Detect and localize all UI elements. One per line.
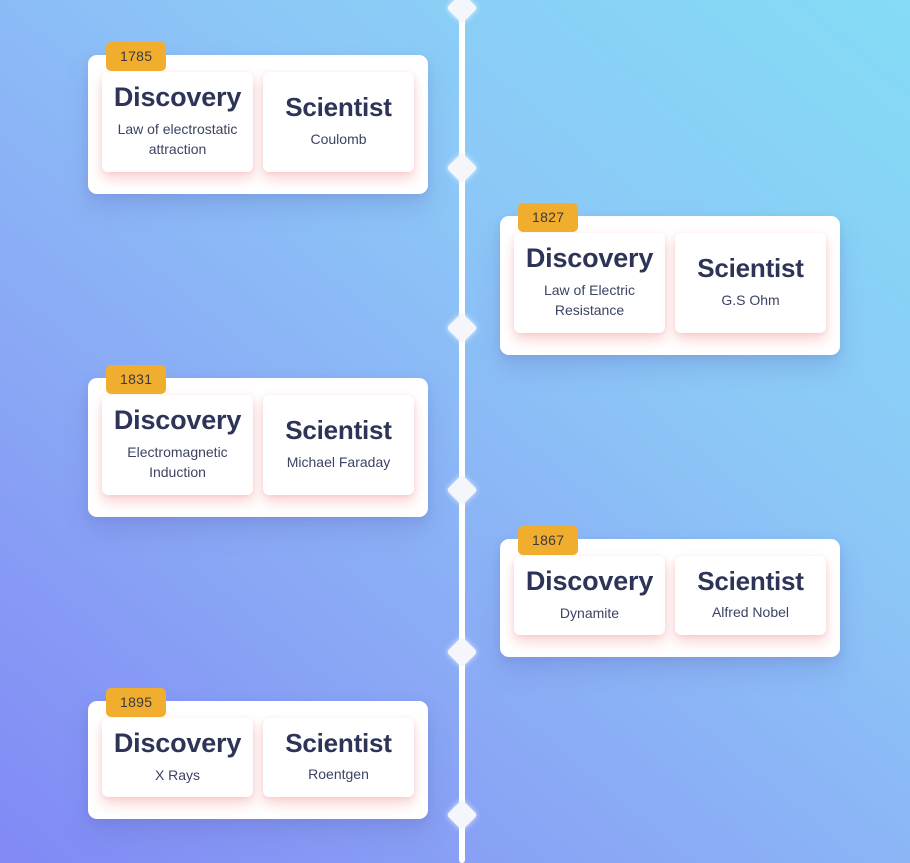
discovery-title: Discovery — [113, 82, 242, 112]
scientist-value: Roentgen — [308, 766, 369, 783]
timeline-marker-diamond — [446, 799, 478, 831]
scientist-title: Scientist — [697, 252, 804, 283]
discovery-panel[interactable]: Discovery X Rays — [102, 718, 253, 798]
discovery-panel[interactable]: Discovery Electromagnetic Induction — [102, 395, 253, 495]
scientist-title: Scientist — [285, 414, 392, 445]
discovery-panel[interactable]: Discovery Law of Electric Resistance — [514, 233, 665, 333]
discovery-value: Law of electrostatic attraction — [117, 121, 238, 158]
discovery-value: Electromagnetic Induction — [127, 444, 228, 481]
discovery-value: Law of Electric Resistance — [543, 282, 636, 319]
scientist-title: Scientist — [697, 565, 804, 596]
scientist-panel[interactable]: Scientist Coulomb — [263, 72, 414, 172]
timeline-marker-diamond — [446, 474, 478, 506]
scientist-panel[interactable]: Scientist Roentgen — [263, 718, 414, 798]
scientist-value: Michael Faraday — [286, 453, 391, 470]
scientist-title: Scientist — [285, 727, 392, 758]
event-year-badge: 1895 — [106, 688, 167, 717]
discovery-title: Discovery — [525, 243, 654, 273]
event-year-badge: 1827 — [518, 203, 579, 232]
discovery-value: Dynamite — [559, 605, 620, 622]
event-year-badge: 1867 — [518, 526, 579, 555]
event-year-badge: 1785 — [106, 42, 167, 71]
scientist-value: Coulomb — [310, 130, 367, 147]
scientist-value: G.S Ohm — [721, 291, 780, 308]
scientist-panel[interactable]: Scientist Alfred Nobel — [675, 556, 826, 636]
timeline-marker-diamond — [446, 312, 478, 344]
discovery-title: Discovery — [113, 405, 242, 435]
scientist-panel[interactable]: Scientist G.S Ohm — [675, 233, 826, 333]
event-year-badge: 1831 — [106, 365, 167, 394]
discovery-panel[interactable]: Discovery Law of electrostatic attractio… — [102, 72, 253, 172]
timeline-event-card[interactable]: 1867 Discovery Dynamite Scientist Alfred… — [500, 526, 840, 658]
timeline-marker-diamond — [446, 0, 478, 24]
timeline-event-card[interactable]: 1831 Discovery Electromagnetic Induction… — [88, 365, 428, 517]
timeline-axis-line — [459, 0, 465, 863]
timeline-event-card[interactable]: 1827 Discovery Law of Electric Resistanc… — [500, 203, 840, 355]
discovery-title: Discovery — [113, 728, 242, 758]
discovery-title: Discovery — [525, 566, 654, 596]
scientist-value: Alfred Nobel — [711, 604, 790, 621]
scientist-title: Scientist — [285, 91, 392, 122]
timeline-event-card[interactable]: 1895 Discovery X Rays Scientist Roentgen — [88, 688, 428, 820]
timeline-marker-diamond — [446, 636, 478, 668]
discovery-value: X Rays — [154, 767, 201, 784]
timeline-container: 1785 Discovery Law of electrostatic attr… — [0, 0, 910, 863]
timeline-event-card[interactable]: 1785 Discovery Law of electrostatic attr… — [88, 42, 428, 194]
timeline-marker-diamond — [446, 152, 478, 184]
scientist-panel[interactable]: Scientist Michael Faraday — [263, 395, 414, 495]
discovery-panel[interactable]: Discovery Dynamite — [514, 556, 665, 636]
